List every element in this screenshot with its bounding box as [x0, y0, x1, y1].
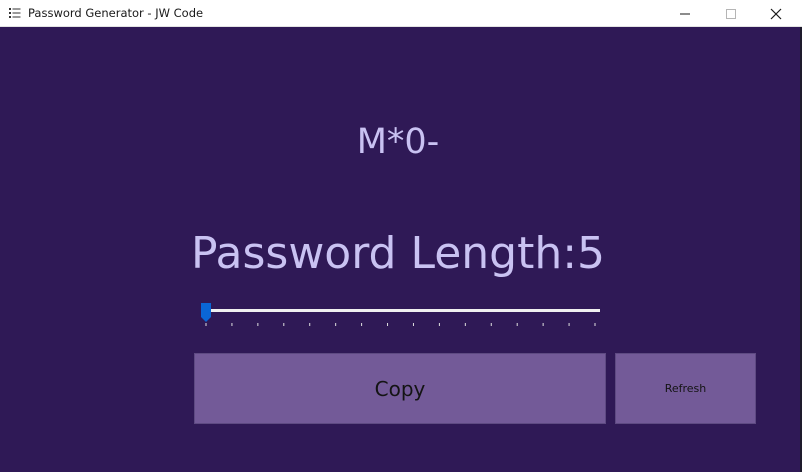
length-slider[interactable]	[200, 300, 602, 330]
close-button[interactable]	[753, 0, 799, 27]
window-title: Password Generator - JW Code	[28, 6, 204, 20]
app-window: Password Generator - JW Code M*0- Passwo…	[0, 0, 802, 472]
password-length-label: Password Length:5	[190, 228, 606, 279]
password-display: M*0-	[356, 122, 440, 162]
slider-track[interactable]	[204, 309, 600, 312]
slider-thumb[interactable]	[201, 303, 211, 322]
close-icon	[770, 8, 782, 19]
maximize-button[interactable]	[708, 0, 754, 27]
list-icon	[9, 8, 21, 18]
refresh-button[interactable]: Refresh	[615, 353, 756, 424]
slider-ticks	[205, 323, 596, 326]
title-bar[interactable]: Password Generator - JW Code	[0, 0, 802, 27]
minimize-icon	[680, 13, 690, 14]
maximize-icon	[726, 8, 736, 19]
copy-button[interactable]: Copy	[194, 353, 606, 424]
minimize-button[interactable]	[662, 0, 708, 27]
